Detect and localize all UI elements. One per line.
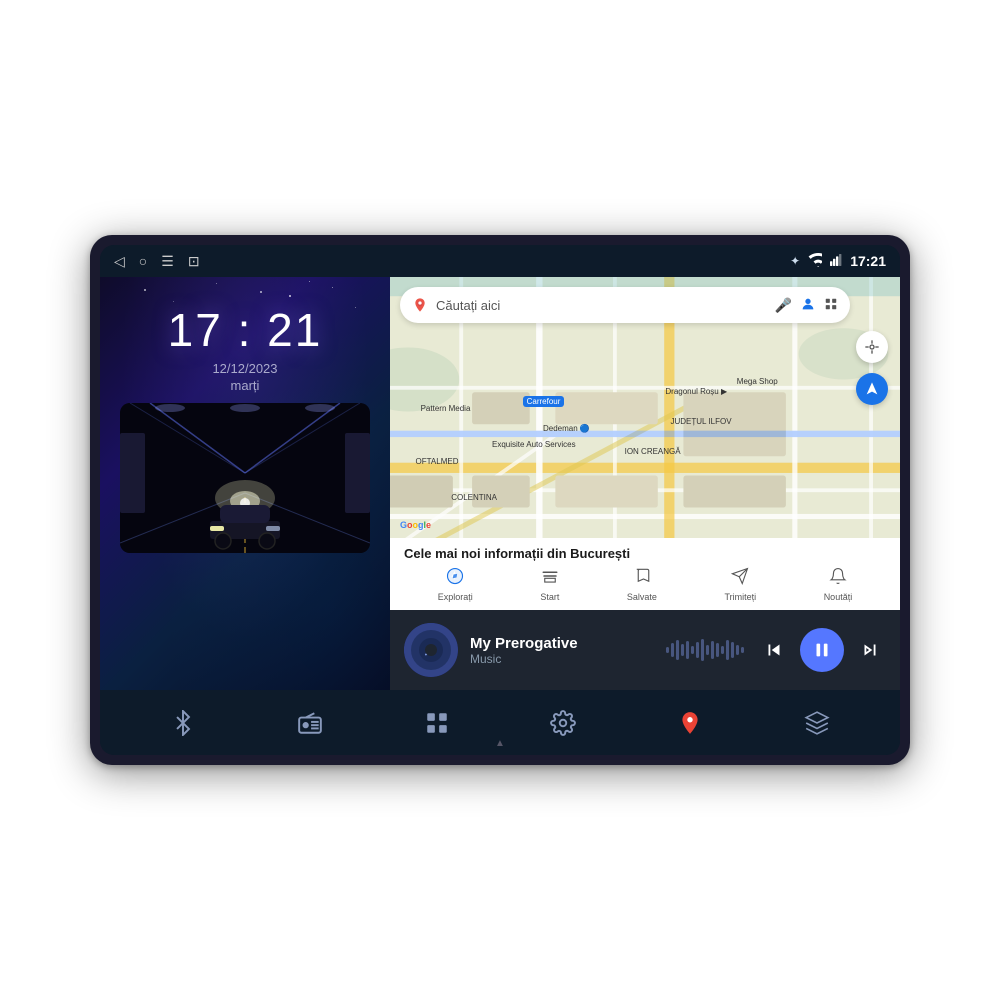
music-title: My Prerogative — [470, 635, 654, 652]
play-pause-button[interactable] — [800, 628, 844, 672]
car-display-device: ◁ ○ ☰ ⊡ ✦ — [90, 235, 910, 765]
wave-bar — [691, 646, 694, 654]
wave-bar — [706, 645, 709, 655]
google-maps-icon — [412, 297, 428, 313]
nav-tab-noutati[interactable]: Noutăți — [824, 567, 853, 602]
map-label-mega: Mega Shop — [737, 377, 778, 386]
next-track-button[interactable] — [854, 634, 886, 666]
nav-tab-salvate[interactable]: Salvate — [627, 567, 657, 602]
map-label-pattern-media: Pattern Media — [421, 404, 471, 413]
wave-bar — [696, 642, 699, 658]
map-label-oftalmed: OFTALMED — [416, 457, 459, 466]
account-icon[interactable] — [800, 296, 816, 315]
nav-info-panel: Cele mai noi informații din București Ex… — [390, 538, 900, 610]
main-area: 17 : 21 12/12/2023 marți — [100, 277, 900, 690]
nav-tab-explorati[interactable]: Explorați — [438, 567, 473, 602]
map-label-dragonul: Dragonul Roșu ▶ — [665, 387, 727, 396]
nav-tab-trimiteti[interactable]: Trimiteți — [724, 567, 756, 602]
status-bar-left: ◁ ○ ☰ ⊡ — [114, 253, 200, 270]
wave-bar — [741, 647, 744, 653]
svg-text:♫: ♫ — [423, 642, 434, 658]
prev-track-button[interactable] — [758, 634, 790, 666]
wave-bar — [666, 647, 669, 653]
start-icon — [541, 567, 559, 590]
google-maps-button[interactable] — [668, 701, 712, 745]
wave-bar — [676, 640, 679, 660]
salvate-label: Salvate — [627, 592, 657, 602]
home-icon[interactable]: ○ — [139, 253, 147, 269]
map-label-ion-creanga: ION CREANGĂ — [625, 447, 681, 456]
mic-icon[interactable]: 🎤 — [775, 297, 792, 314]
salvate-icon — [633, 567, 651, 590]
chevron-up-indicator: ▲ — [495, 738, 505, 749]
wave-bar — [671, 643, 674, 657]
noutati-label: Noutăți — [824, 592, 853, 602]
trimiteti-icon — [731, 567, 749, 590]
wave-bar — [721, 646, 724, 654]
wave-bar — [711, 641, 714, 659]
map-search-bar[interactable]: Căutați aici 🎤 — [400, 287, 850, 323]
music-controls — [758, 628, 886, 672]
explorati-label: Explorați — [438, 592, 473, 602]
device-screen: ◁ ○ ☰ ⊡ ✦ — [100, 245, 900, 755]
wave-bar — [701, 639, 704, 661]
wave-bar — [681, 644, 684, 656]
grid-icon[interactable] — [824, 297, 838, 314]
music-waveform — [666, 635, 746, 665]
map-label-dedeman: Dedeman 🔵 — [543, 424, 590, 433]
cube-button[interactable] — [795, 701, 839, 745]
nav-tab-start[interactable]: Start — [540, 567, 559, 602]
clock-time: 17 : 21 — [168, 303, 323, 357]
status-bar-right: ✦ 17:21 — [790, 253, 886, 270]
bluetooth-button[interactable] — [161, 701, 205, 745]
map-label-colentina: COLENTINA — [451, 493, 497, 502]
trimiteti-label: Trimiteți — [724, 592, 756, 602]
apps-button[interactable] — [415, 701, 459, 745]
settings-button[interactable] — [541, 701, 585, 745]
map-label-carrefour: Carrefour — [523, 397, 565, 406]
radio-button[interactable] — [288, 701, 332, 745]
noutati-icon — [829, 567, 847, 590]
map-target-button[interactable] — [856, 331, 888, 363]
map-label-judet: JUDEȚUL ILFOV — [671, 417, 732, 426]
explorati-icon — [446, 567, 464, 590]
clock-day: marți — [231, 378, 260, 393]
clock-display: 17:21 — [850, 253, 886, 269]
bluetooth-status-icon: ✦ — [790, 254, 800, 268]
wave-bar — [736, 645, 739, 655]
wave-bar — [716, 643, 719, 657]
map-search-placeholder: Căutați aici — [436, 298, 767, 313]
map-navigate-button[interactable] — [856, 373, 888, 405]
clock-date: 12/12/2023 — [212, 361, 277, 376]
start-label: Start — [540, 592, 559, 602]
wifi-icon — [808, 253, 822, 270]
nav-info-title: Cele mai noi informații din București — [404, 546, 886, 561]
screenshot-icon[interactable]: ⊡ — [188, 253, 200, 270]
menu-icon[interactable]: ☰ — [161, 253, 174, 270]
status-bar: ◁ ○ ☰ ⊡ ✦ — [100, 245, 900, 277]
nav-tabs: Explorați Start — [404, 567, 886, 602]
right-panel: Căutați aici 🎤 Pattern Media — [390, 277, 900, 690]
map-container[interactable]: Căutați aici 🎤 Pattern Media — [390, 277, 900, 610]
signal-icon — [830, 254, 842, 269]
wave-bar — [726, 640, 729, 660]
car-tunnel-image — [120, 403, 370, 553]
wave-bar — [731, 642, 734, 658]
left-panel: 17 : 21 12/12/2023 marți — [100, 277, 390, 690]
map-label-auto: Exquisite Auto Services — [492, 440, 576, 449]
music-player: ♫ My Prerogative Music — [390, 610, 900, 690]
music-info: My Prerogative Music — [470, 635, 654, 666]
bottom-bar: ▲ — [100, 690, 900, 755]
back-icon[interactable]: ◁ — [114, 253, 125, 270]
music-subtitle: Music — [470, 652, 654, 666]
wave-bar — [686, 641, 689, 659]
album-art: ♫ — [404, 623, 458, 677]
google-logo: Google — [400, 520, 431, 530]
map-search-actions: 🎤 — [775, 296, 838, 315]
